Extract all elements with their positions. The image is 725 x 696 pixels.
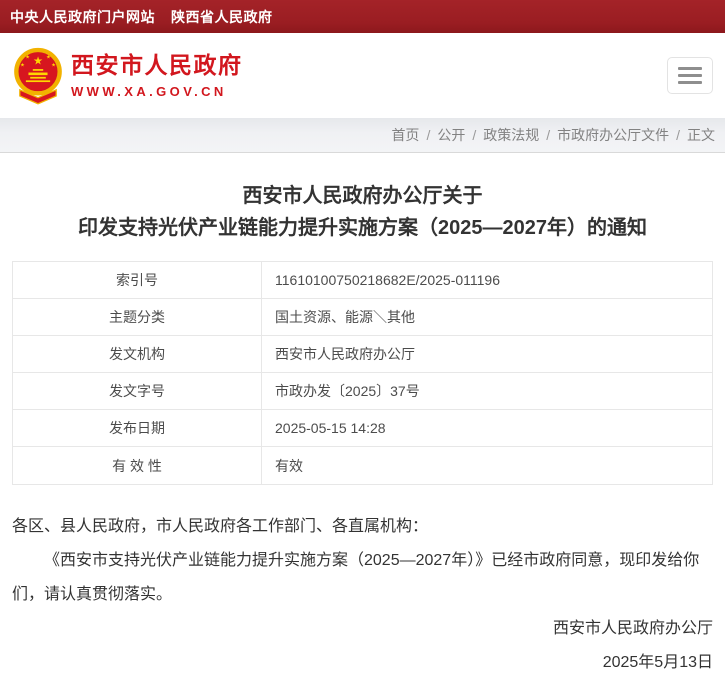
meta-label: 索引号	[13, 262, 262, 298]
document-body: 各区、县人民政府，市人民政府各工作部门、各直属机构： 《西安市支持光伏产业链能力…	[12, 510, 713, 680]
table-row-issuing-agency: 发文机构 西安市人民政府办公厅	[13, 336, 712, 373]
breadcrumb-item-home[interactable]: 首页	[391, 125, 419, 145]
page-title-line1: 西安市人民政府办公厅关于	[12, 180, 713, 212]
body-paragraph-salutation: 各区、县人民政府，市人民政府各工作部门、各直属机构：	[12, 510, 713, 544]
breadcrumb: 首页 / 公开 / 政策法规 / 市政府办公厅文件 / 正文	[0, 118, 725, 153]
svg-text:★: ★	[51, 62, 56, 68]
meta-value: 西安市人民政府办公厅	[262, 336, 712, 372]
site-name: 西安市人民政府	[71, 52, 243, 78]
table-row-document-number: 发文字号 市政办发〔2025〕37号	[13, 373, 712, 410]
breadcrumb-item-current: 正文	[687, 125, 715, 145]
breadcrumb-separator: /	[676, 127, 680, 143]
hamburger-bar	[678, 81, 702, 84]
table-row-topic-category: 主题分类 国土资源、能源＼其他	[13, 299, 712, 336]
meta-label: 主题分类	[13, 299, 262, 335]
meta-label: 发文机构	[13, 336, 262, 372]
link-shaanxi-gov[interactable]: 陕西省人民政府	[171, 7, 273, 27]
svg-text:★: ★	[46, 54, 51, 60]
table-row-validity: 有 效 性 有效	[13, 447, 712, 484]
site-url: WWW.XA.GOV.CN	[71, 84, 243, 99]
svg-text:★: ★	[25, 54, 30, 60]
hamburger-bar	[678, 74, 702, 77]
signature-date: 2025年5月13日	[12, 646, 713, 680]
meta-label: 有 效 性	[13, 447, 262, 484]
page-title: 西安市人民政府办公厅关于 印发支持光伏产业链能力提升实施方案（2025—2027…	[12, 180, 713, 244]
site-header: ★ ★ ★ ★ ★ 西安市人民政府 WWW.XA.GOV.CN	[0, 33, 725, 118]
svg-text:★: ★	[20, 62, 25, 68]
hamburger-bar	[678, 67, 702, 70]
meta-label: 发布日期	[13, 410, 262, 446]
breadcrumb-item-office-documents[interactable]: 市政府办公厅文件	[557, 125, 669, 145]
table-row-publish-date: 发布日期 2025-05-15 14:28	[13, 410, 712, 447]
article-container: 西安市人民政府办公厅关于 印发支持光伏产业链能力提升实施方案（2025—2027…	[0, 180, 725, 696]
breadcrumb-separator: /	[546, 127, 550, 143]
svg-text:★: ★	[33, 55, 43, 67]
meta-label: 发文字号	[13, 373, 262, 409]
meta-value: 市政办发〔2025〕37号	[262, 373, 712, 409]
breadcrumb-item-policies[interactable]: 政策法规	[483, 125, 539, 145]
gov-links-bar: 中央人民政府门户网站 陕西省人民政府	[0, 0, 725, 33]
meta-value: 有效	[262, 447, 712, 484]
site-logo[interactable]: ★ ★ ★ ★ ★ 西安市人民政府 WWW.XA.GOV.CN	[12, 46, 243, 106]
document-meta-table: 索引号 11610100750218682E/2025-011196 主题分类 …	[12, 261, 713, 485]
page-title-line2: 印发支持光伏产业链能力提升实施方案（2025—2027年）的通知	[12, 212, 713, 244]
national-emblem-icon: ★ ★ ★ ★ ★	[12, 46, 64, 106]
meta-value: 国土资源、能源＼其他	[262, 299, 712, 335]
meta-value: 11610100750218682E/2025-011196	[262, 262, 712, 298]
table-row-index-number: 索引号 11610100750218682E/2025-011196	[13, 262, 712, 299]
breadcrumb-separator: /	[426, 127, 430, 143]
body-paragraph-main: 《西安市支持光伏产业链能力提升实施方案（2025—2027年）》已经市政府同意，…	[12, 544, 713, 612]
link-central-gov-portal[interactable]: 中央人民政府门户网站	[10, 7, 155, 27]
breadcrumb-separator: /	[472, 127, 476, 143]
site-title-block: 西安市人民政府 WWW.XA.GOV.CN	[71, 52, 243, 98]
signature-organization: 西安市人民政府办公厅	[12, 612, 713, 646]
hamburger-menu-button[interactable]	[667, 57, 713, 94]
breadcrumb-item-open[interactable]: 公开	[437, 125, 465, 145]
meta-value: 2025-05-15 14:28	[262, 410, 712, 446]
